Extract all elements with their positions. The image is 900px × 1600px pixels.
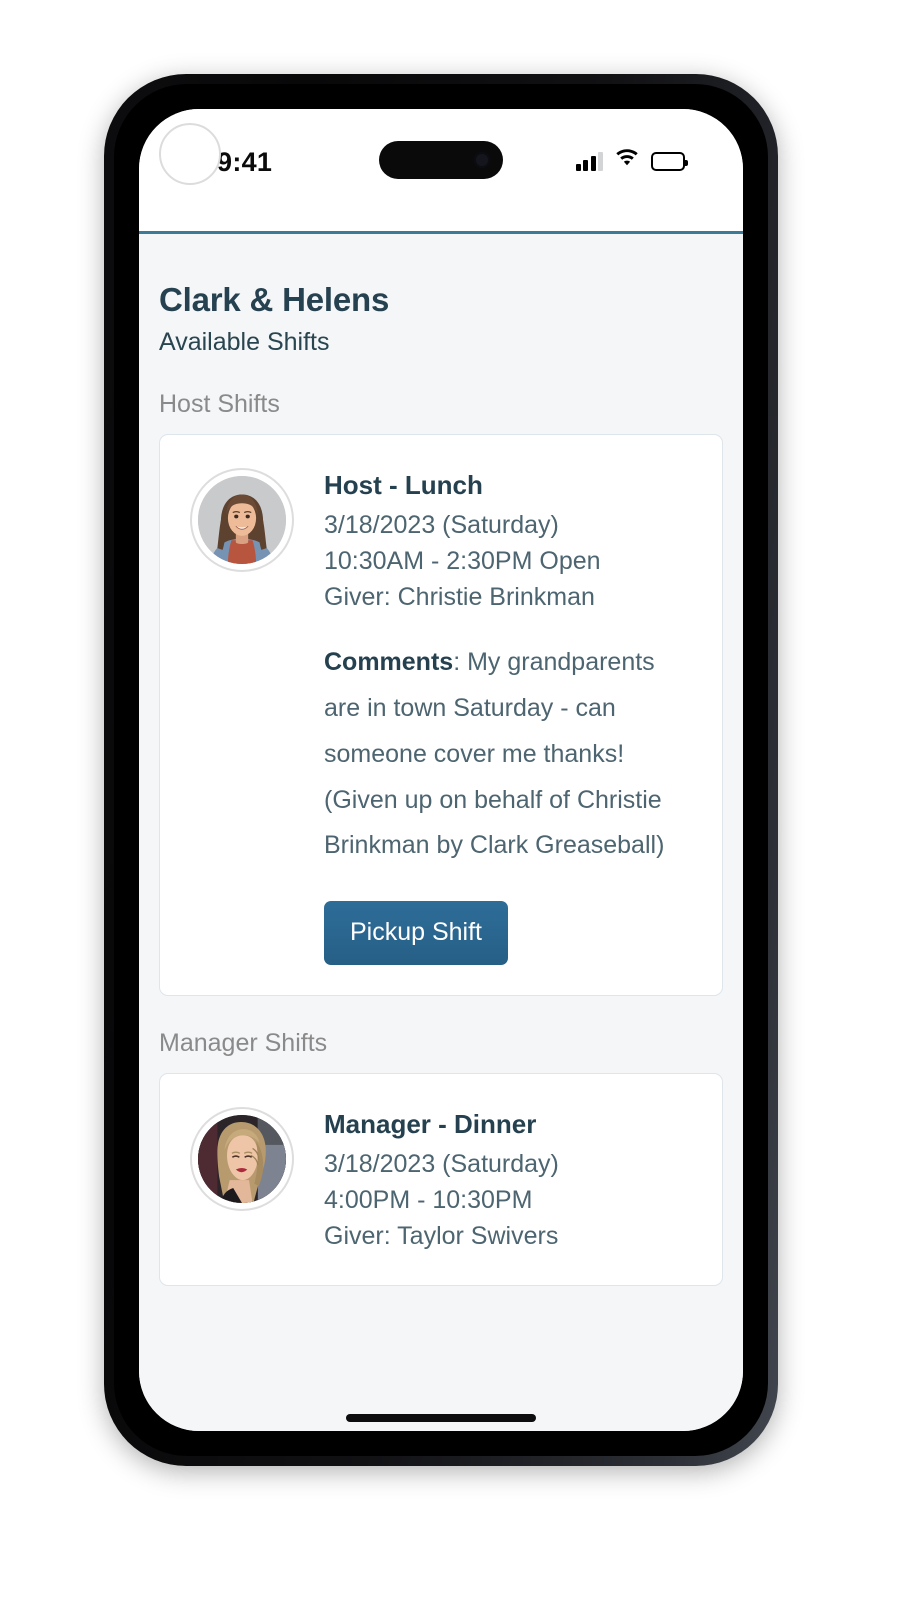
shift-details: Host - Lunch 3/18/2023 (Saturday) 10:30A…: [324, 468, 692, 965]
phone-screen: 9:41 Clark & Helens Available Shifts Hos…: [139, 109, 743, 1431]
shifts-scroll-area[interactable]: Clark & Helens Available Shifts Host Shi…: [139, 234, 743, 1431]
pickup-shift-button[interactable]: Pickup Shift: [324, 901, 509, 965]
shift-comments-label: Comments: [324, 648, 454, 677]
front-camera-icon: [474, 152, 490, 168]
shift-card-manager-dinner[interactable]: Manager - Dinner 3/18/2023 (Saturday) 4:…: [159, 1073, 723, 1287]
phone-frame: 9:41 Clark & Helens Available Shifts Hos…: [104, 74, 778, 1466]
battery-full-icon: [651, 152, 688, 171]
shift-title: Manager - Dinner: [324, 1109, 537, 1139]
section-header-manager-shifts: Manager Shifts: [159, 1029, 328, 1057]
shift-time: 4:00PM - 10:30PM: [324, 1185, 533, 1214]
shift-card-host-lunch[interactable]: Host - Lunch 3/18/2023 (Saturday) 10:30A…: [159, 434, 723, 996]
avatar: [190, 468, 294, 572]
shift-date: 3/18/2023 (Saturday): [324, 1150, 559, 1178]
status-bar: 9:41: [139, 109, 743, 181]
page-subtitle: Available Shifts: [159, 328, 330, 356]
avatar-circle-icon[interactable]: [159, 123, 221, 185]
shift-comments: Comments: My grandparents are in town Sa…: [324, 640, 692, 869]
signal-bars-icon: [575, 152, 603, 171]
shift-comments-text: : My grandparents are in town Saturday -…: [324, 648, 665, 860]
status-bar-clock: 9:41: [217, 147, 273, 177]
shift-giver: Giver: Christie Brinkman: [324, 582, 595, 611]
shift-time: 10:30AM - 2:30PM Open: [324, 546, 601, 575]
home-indicator[interactable]: [346, 1414, 536, 1422]
shift-title: Host - Lunch: [324, 470, 483, 500]
app-header-bar: [139, 123, 743, 234]
dynamic-island: [379, 141, 503, 179]
avatar: [190, 1107, 294, 1211]
status-bar-icons: [575, 145, 688, 171]
shift-details: Manager - Dinner 3/18/2023 (Saturday) 4:…: [324, 1107, 692, 1255]
taylor-swivers-avatar: [198, 1115, 286, 1203]
phone-bezel: 9:41 Clark & Helens Available Shifts Hos…: [114, 84, 768, 1456]
shift-giver: Giver: Taylor Swivers: [324, 1221, 559, 1250]
christie-brinkman-avatar: [198, 476, 286, 564]
shift-date: 3/18/2023 (Saturday): [324, 511, 559, 539]
page-title: Clark & Helens: [159, 281, 390, 318]
section-header-host-shifts: Host Shifts: [159, 390, 280, 418]
wifi-icon: [614, 146, 640, 171]
